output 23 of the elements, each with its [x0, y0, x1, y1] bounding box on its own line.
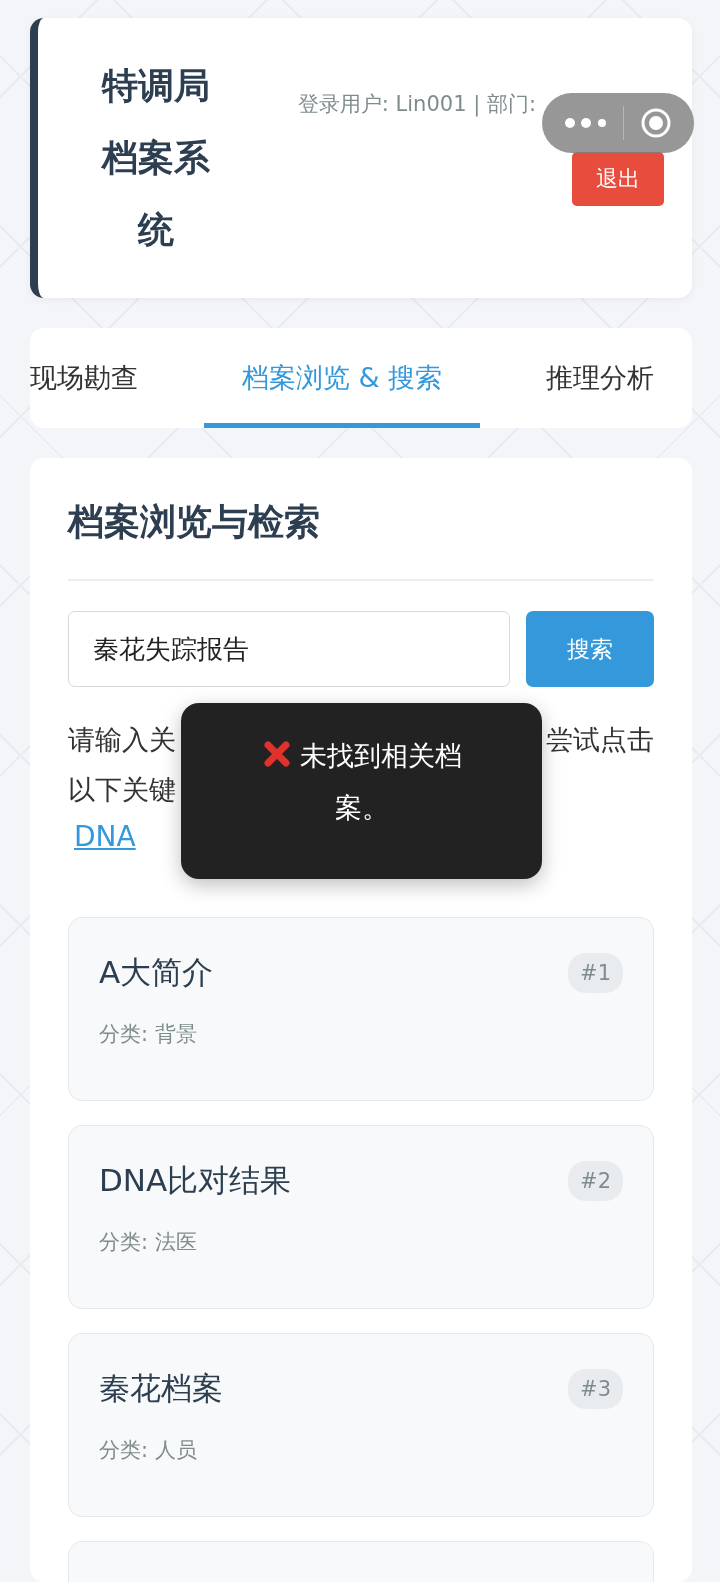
document-number: #1 — [568, 953, 623, 993]
search-hint: 以下关键 — [68, 773, 176, 807]
logout-button[interactable]: 退出 — [572, 152, 664, 206]
search-hint: 尝试点击 — [546, 723, 654, 757]
document-category: 分类: 背景 — [99, 1021, 198, 1048]
search-hint: 请输入关 — [68, 723, 176, 757]
document-title: A大简介 — [99, 953, 214, 992]
document-category: 分类: 人员 — [99, 1437, 198, 1464]
search-field[interactable]: 秦花失踪报告 — [68, 611, 510, 687]
tab[interactable]: 推理分析 — [508, 328, 692, 428]
tab[interactable]: 现场勘查 — [30, 328, 176, 428]
document-card[interactable]: 秦花档案 #3 分类: 人员 — [68, 1333, 654, 1517]
panel-heading: 档案浏览与检索 — [68, 498, 654, 581]
document-title: DNA比对结果 — [99, 1161, 292, 1200]
user-info: 登录用户: Lin001 | 部门: — [297, 91, 536, 118]
document-card[interactable]: A大简介 #1 分类: 背景 — [68, 917, 654, 1101]
document-title: 秦花档案 — [99, 1369, 223, 1408]
document-card[interactable]: DNA比对结果 #2 分类: 法医 — [68, 1125, 654, 1309]
document-number: #2 — [568, 1161, 623, 1201]
document-category: 分类: 法医 — [99, 1229, 198, 1256]
toast-message: 未找到相关档案。 — [237, 730, 486, 834]
document-number: #3 — [568, 1369, 623, 1409]
app-title: 特调局档案系统 — [100, 64, 211, 252]
